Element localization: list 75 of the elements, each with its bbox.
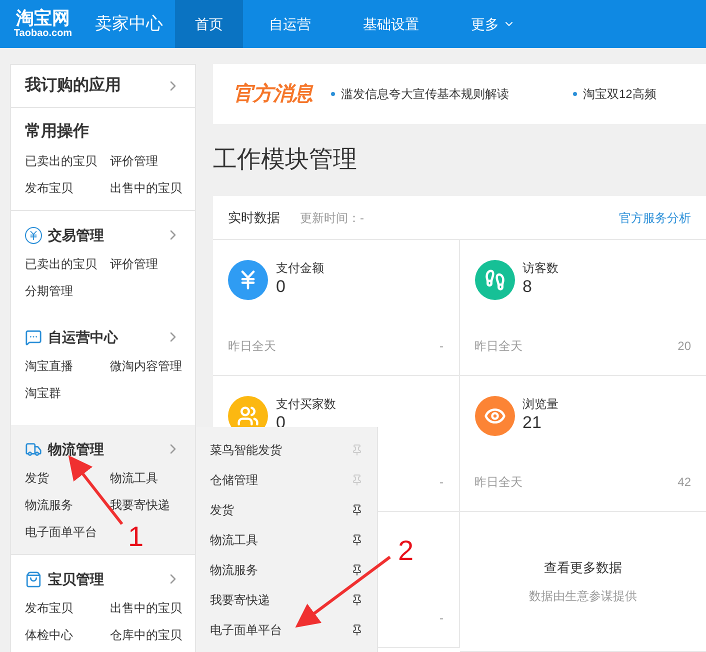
pin-icon[interactable] [351, 624, 363, 636]
sidebar-link[interactable]: 微淘内容管理 [110, 353, 182, 380]
stat-compare: - [440, 474, 444, 491]
nav-tab[interactable]: 首页 [175, 0, 243, 48]
sidebar-link[interactable]: 淘宝群 [25, 380, 110, 407]
sidebar-link[interactable]: 已卖出的宝贝 [25, 251, 110, 278]
news-link[interactable]: 淘宝双12高频 [573, 85, 656, 103]
footprint-icon [474, 260, 514, 300]
flyout-item[interactable]: 仓储管理 [210, 471, 258, 489]
sidebar-link[interactable]: 评价管理 [110, 148, 182, 175]
nav-tab[interactable]: 基础设置 [337, 0, 445, 48]
data-source-note: 数据由生意参谋提供 [528, 588, 637, 606]
annotation-number: 1 [128, 522, 144, 552]
sidebar-link[interactable]: 分期管理 [25, 278, 110, 305]
pin-icon[interactable] [351, 564, 363, 576]
flyout-item[interactable]: 电子面单平台 [210, 621, 282, 639]
sidebar-link[interactable]: 发布宝贝 [25, 175, 110, 202]
banner-title: 官方消息 [233, 82, 313, 107]
section-title[interactable]: 交易管理 [48, 224, 104, 246]
sidebar-link[interactable]: 物流工具 [110, 465, 181, 492]
logo[interactable]: 淘宝网 [16, 8, 70, 28]
eye-icon [474, 396, 514, 436]
stat-label: 支付金额 [276, 260, 324, 276]
stat-compare: 20 [678, 338, 691, 355]
flyout-item[interactable]: 物流服务 [210, 561, 258, 579]
sidebar-link[interactable]: 仓库中的宝贝 [110, 622, 182, 649]
update-time: 更新时间：- [300, 210, 364, 226]
more-data-link[interactable]: 查看更多数据 [544, 558, 622, 578]
sidebar-link[interactable]: 已卖出的宝贝 [25, 148, 110, 175]
stat-footer: 昨日全天 [474, 337, 522, 355]
pin-icon[interactable] [351, 534, 363, 546]
sidebar-link[interactable]: 发货 [25, 465, 110, 492]
logo-domain: Taobao.com [14, 28, 72, 40]
pin-icon[interactable] [351, 504, 363, 516]
stat-label: 访客数 [522, 260, 558, 276]
sidebar-link[interactable]: 电子面单平台 [25, 519, 110, 546]
stat-compare: - [440, 610, 444, 627]
flyout-item[interactable]: 菜鸟智能发货 [210, 441, 282, 459]
pin-icon[interactable] [351, 594, 363, 606]
sidebar-link[interactable]: 体检中心 [25, 622, 110, 649]
page-title: 工作模块管理 [213, 145, 358, 175]
stat-compare: 42 [678, 474, 691, 491]
news-link[interactable]: 滥发信息夸大宣传基本规则解读 [331, 85, 509, 103]
site-title: 卖家中心 [95, 13, 163, 36]
sidebar-link[interactable]: 发布宝贝 [25, 595, 110, 622]
chat-icon [25, 328, 42, 346]
flyout-item[interactable]: 发货 [210, 501, 234, 519]
stat-value: 21 [522, 412, 542, 434]
nav-tab[interactable]: 自运营 [243, 0, 337, 48]
yen-icon [228, 260, 268, 300]
stat-value: 8 [522, 276, 533, 298]
stat-footer: 昨日全天 [474, 473, 522, 491]
sidebar-link[interactable]: 出售中的宝贝 [110, 175, 182, 202]
sidebar-link[interactable]: 评价管理 [110, 251, 181, 278]
stat-value: 0 [276, 276, 286, 298]
section-title: 我订购的应用 [25, 75, 121, 96]
section-title[interactable]: 物流管理 [48, 438, 104, 460]
stat-compare: - [440, 338, 444, 355]
stat-footer: 昨日全天 [228, 337, 276, 355]
sidebar-link[interactable]: 我要寄快递 [110, 492, 181, 519]
annotation-number: 2 [398, 536, 414, 566]
section-title[interactable]: 常用操作 [25, 120, 89, 144]
flyout-item[interactable]: 我要寄快递 [210, 591, 270, 609]
section-title[interactable]: 自运营中心 [48, 326, 118, 348]
nav-tab[interactable]: 更多 [445, 0, 541, 48]
card-title: 实时数据 [228, 208, 280, 227]
stat-label: 支付买家数 [276, 396, 336, 412]
bag-icon [25, 570, 42, 588]
sidebar-link[interactable]: 出售中的宝贝 [110, 595, 182, 622]
stat-label: 浏览量 [522, 396, 558, 412]
sidebar-link[interactable]: 淘宝直播 [25, 353, 110, 380]
truck-icon [25, 440, 42, 458]
sidebar-link[interactable]: 物流服务 [25, 492, 110, 519]
section-title[interactable]: 宝贝管理 [48, 568, 104, 590]
flyout-item[interactable]: 物流工具 [210, 531, 258, 549]
